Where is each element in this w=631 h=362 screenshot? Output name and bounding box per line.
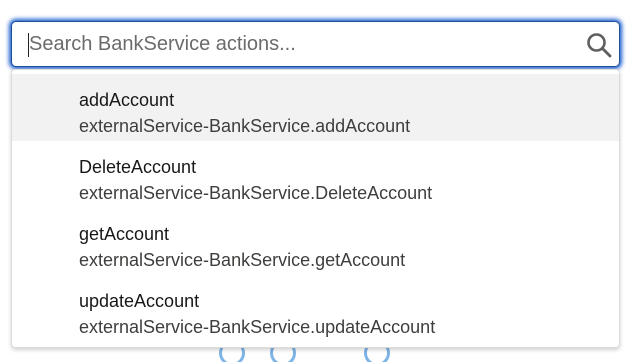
- action-search-combobox: addAccount externalService-BankService.a…: [0, 0, 631, 362]
- option-subtitle: externalService-BankService.DeleteAccoun…: [79, 183, 433, 203]
- option-title: addAccount: [79, 90, 175, 110]
- option-title: updateAccount: [79, 291, 200, 311]
- text-cursor: [28, 33, 29, 57]
- search-results-listbox: addAccount externalService-BankService.a…: [11, 69, 620, 348]
- search-icon[interactable]: [585, 31, 613, 59]
- option-subtitle: externalService-BankService.addAccount: [79, 116, 411, 136]
- option-add-account[interactable]: addAccount externalService-BankService.a…: [12, 74, 619, 141]
- option-subtitle: externalService-BankService.getAccount: [79, 250, 406, 270]
- option-delete-account[interactable]: DeleteAccount externalService-BankServic…: [12, 141, 619, 208]
- option-title: getAccount: [79, 224, 170, 244]
- search-box: [11, 21, 620, 67]
- option-update-account[interactable]: updateAccount externalService-BankServic…: [12, 275, 619, 342]
- option-get-account[interactable]: getAccount externalService-BankService.g…: [12, 208, 619, 275]
- search-input[interactable]: [12, 22, 619, 66]
- option-subtitle: externalService-BankService.updateAccoun…: [79, 317, 436, 337]
- option-title: DeleteAccount: [79, 157, 197, 177]
